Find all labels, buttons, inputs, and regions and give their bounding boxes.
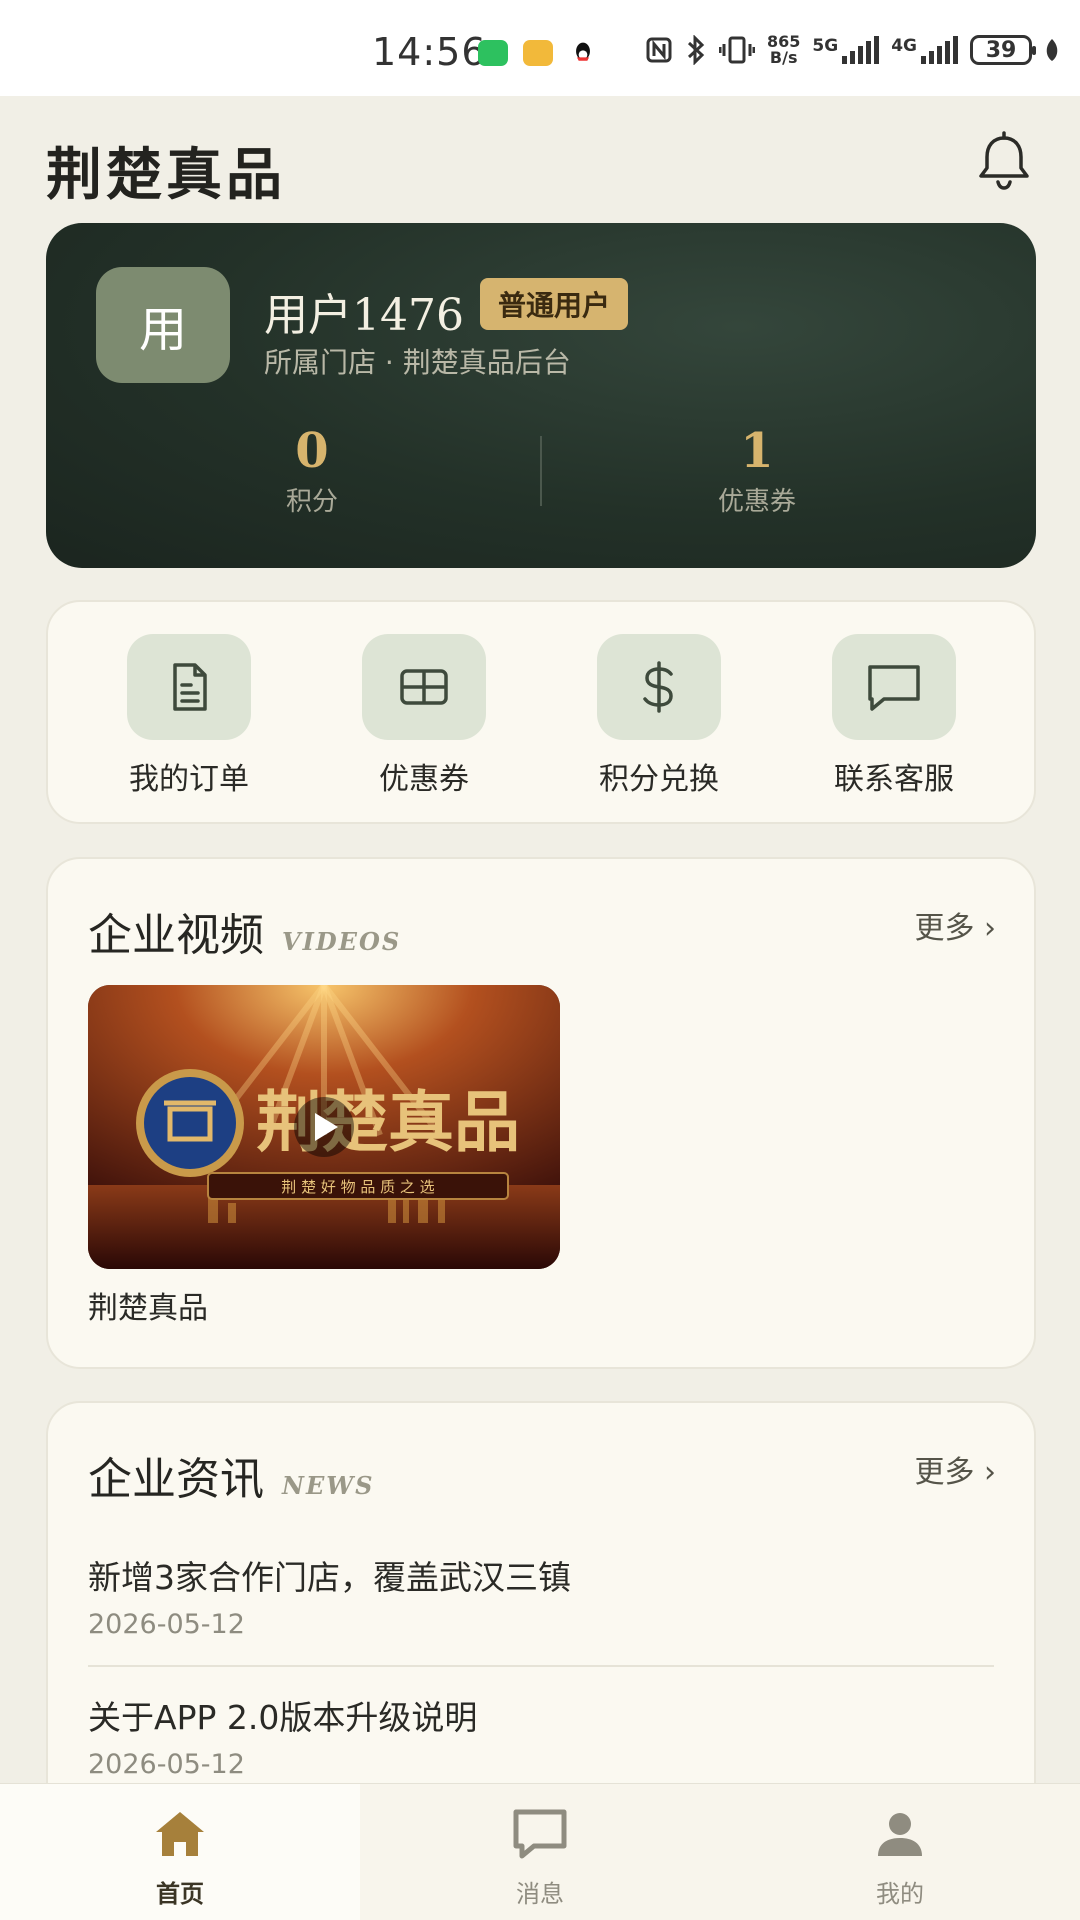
video-thumbnail-art: 荆楚真品 荆 楚 好 物 品 质 之 选 <box>88 985 560 1269</box>
stat-divider <box>540 436 542 506</box>
tab-home-label: 首页 <box>156 1880 204 1908</box>
points-label: 积分 <box>285 487 338 517</box>
coupon-icon <box>400 669 448 705</box>
status-time: 14:56 <box>372 30 487 74</box>
videos-header: 企业视频 VIDEOS <box>88 899 401 963</box>
quick-actions-panel: 我的订单 优惠券 积分兑换 联系客服 <box>46 600 1036 824</box>
membership-badge: 普通用户 <box>480 278 629 330</box>
sim2-type: 4G <box>891 36 917 56</box>
action-tile <box>832 634 956 740</box>
tab-profile-label: 我的 <box>876 1880 924 1908</box>
dollar-icon <box>643 661 673 713</box>
thumbnail-slogan-text: 荆 楚 好 物 品 质 之 选 <box>281 1178 434 1196</box>
coupons-button[interactable]: 优惠券 <box>324 634 524 798</box>
chat-bubble-icon <box>868 665 920 711</box>
tab-messages-label: 消息 <box>516 1880 564 1908</box>
battery-level: 39 <box>985 37 1017 63</box>
mail-notification-icon <box>523 40 553 66</box>
wechat-notification-icon <box>478 40 508 66</box>
notification-bell-icon[interactable] <box>972 130 1036 194</box>
sim1-type: 5G <box>812 36 839 56</box>
person-icon <box>878 1813 922 1856</box>
news-item[interactable]: 关于APP 2.0版本升级说明 2026-05-12 <box>88 1691 994 1780</box>
profile-card[interactable]: 用 用户1476 普通用户 所属门店 · 荆楚真品后台 0 积分 1 优惠券 <box>46 223 1036 568</box>
points-stat[interactable]: 0 积分 <box>162 423 462 518</box>
signal-strength-icon <box>921 36 958 64</box>
nfc-icon <box>646 37 672 63</box>
news-title: 企业资讯 <box>88 1454 264 1505</box>
message-icon <box>513 1809 567 1859</box>
contact-service-button[interactable]: 联系客服 <box>794 634 994 798</box>
news-more-link[interactable]: 更多 › <box>914 1447 996 1491</box>
tab-home[interactable]: 首页 <box>0 1784 360 1920</box>
points-exchange-button[interactable]: 积分兑换 <box>559 634 759 798</box>
leaf-icon <box>1046 39 1058 61</box>
news-section: 企业资讯 NEWS 更多 › 新增3家合作门店，覆盖武汉三镇 2026-05-1… <box>46 1401 1036 1821</box>
action-tile <box>362 634 486 740</box>
video-title[interactable]: 荆楚真品 <box>88 1283 208 1327</box>
my-orders-button[interactable]: 我的订单 <box>89 634 289 798</box>
coupons-label: 优惠券 <box>717 487 796 517</box>
coupons-label: 优惠券 <box>379 762 469 797</box>
document-icon <box>173 663 207 711</box>
tab-profile[interactable]: 我的 <box>720 1784 1080 1920</box>
qq-notification-icon <box>576 42 590 61</box>
contact-service-label: 联系客服 <box>834 762 954 797</box>
avatar[interactable]: 用 <box>96 267 230 383</box>
signal-strength-icon <box>842 36 880 64</box>
news-subtitle: NEWS <box>282 1471 375 1500</box>
store-info: 所属门店 · 荆楚真品后台 <box>264 346 571 379</box>
videos-section: 企业视频 VIDEOS 更多 › 荆楚真品 荆 楚 好 物 品 质 之 选 荆楚… <box>46 857 1036 1369</box>
news-item-title: 关于APP 2.0版本升级说明 <box>88 1698 478 1737</box>
vibrate-icon <box>719 36 755 64</box>
news-divider <box>88 1665 994 1667</box>
action-tile <box>127 634 251 740</box>
video-thumbnail[interactable]: 荆楚真品 荆 楚 好 物 品 质 之 选 <box>88 985 560 1269</box>
coupons-value: 1 <box>740 423 774 479</box>
videos-subtitle: VIDEOS <box>282 927 402 956</box>
page-title: 荆楚真品 <box>46 142 286 208</box>
bluetooth-icon <box>687 35 705 65</box>
news-item-date: 2026-05-12 <box>88 1749 245 1780</box>
videos-title: 企业视频 <box>88 910 264 961</box>
news-item-title: 新增3家合作门店，覆盖武汉三镇 <box>88 1558 571 1597</box>
bottom-tab-bar: 首页 消息 我的 <box>0 1783 1080 1920</box>
action-tile <box>597 634 721 740</box>
news-header: 企业资讯 NEWS <box>88 1443 375 1507</box>
network-speed: 865 B/s <box>767 34 800 66</box>
coupons-stat[interactable]: 1 优惠券 <box>607 423 907 518</box>
home-icon <box>156 1812 204 1856</box>
points-value: 0 <box>295 423 329 479</box>
status-bar: 14:56 865 B/s 5G 4G 39 <box>0 0 1080 96</box>
my-orders-label: 我的订单 <box>129 762 249 797</box>
points-exchange-label: 积分兑换 <box>599 762 719 797</box>
username: 用户1476 <box>264 290 464 341</box>
tab-messages[interactable]: 消息 <box>360 1784 720 1920</box>
news-item[interactable]: 新增3家合作门店，覆盖武汉三镇 2026-05-12 <box>88 1551 994 1640</box>
battery-icon: 39 <box>970 35 1036 65</box>
news-item-date: 2026-05-12 <box>88 1609 245 1640</box>
videos-more-link[interactable]: 更多 › <box>914 903 996 947</box>
network-speed-unit: B/s <box>769 48 798 67</box>
